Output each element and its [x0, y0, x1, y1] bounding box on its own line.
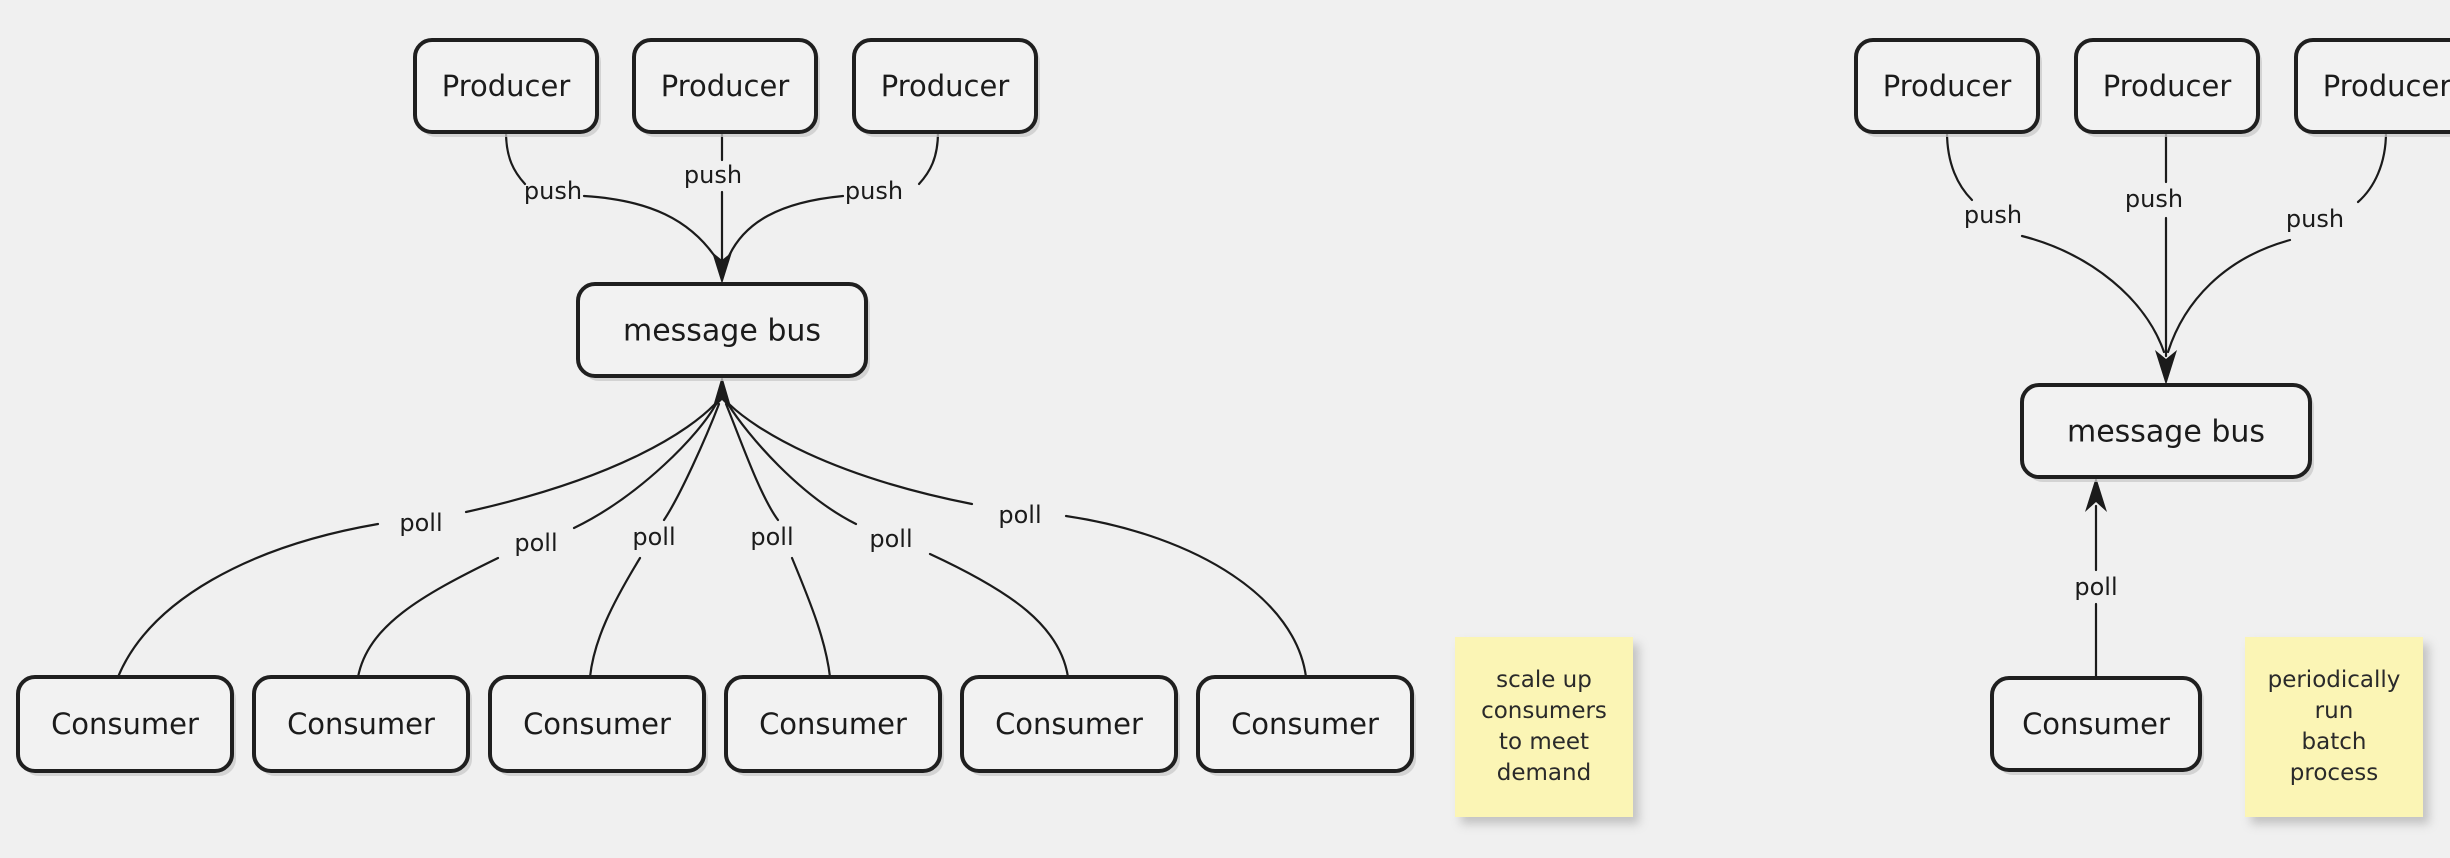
poll-edge-c5-upper [726, 402, 858, 526]
producer-node-left-3[interactable]: Producer [852, 38, 1040, 137]
message-bus-node-left[interactable]: message bus [576, 282, 870, 381]
poll-edge-label: poll [399, 509, 442, 537]
push-edge-label: push [1964, 201, 2022, 229]
poll-edge-c3-upper [662, 402, 721, 522]
poll-edge-c6-upper [727, 402, 974, 506]
consumer-label: Consumer [1231, 707, 1379, 741]
producer-label: Producer [881, 69, 1010, 103]
push-edge-label: push [524, 177, 582, 205]
producer-label: Producer [661, 69, 790, 103]
poll-edge-label: poll [632, 523, 675, 551]
poll-edge-c6-lower [1064, 514, 1308, 679]
push-edge-3-stem [917, 130, 940, 186]
consumer-node-left-6[interactable]: Consumer [1196, 675, 1416, 776]
poll-edge-group-left [116, 376, 1308, 679]
diagram-canvas: Producer Producer Producer message bus C… [0, 0, 2450, 858]
consumer-node-left-5[interactable]: Consumer [960, 675, 1180, 776]
push-edge-3-tail [726, 194, 845, 260]
push-edge-label: push [845, 177, 903, 205]
poll-edge-label: poll [2074, 573, 2117, 601]
producer-node-right-1[interactable]: Producer [1854, 38, 2042, 137]
consumer-label: Consumer [759, 707, 907, 741]
consumer-node-left-1[interactable]: Consumer [16, 675, 236, 776]
push-edge-group-right [1945, 130, 2388, 385]
push-edge-1-stem [504, 130, 527, 186]
sticky-note-scale-up[interactable]: scale up consumers to meet demand [1455, 637, 1633, 817]
consumer-label: Consumer [2022, 707, 2170, 741]
push-edge-label: push [684, 161, 742, 189]
push-edge-label: push [2286, 205, 2344, 233]
producer-node-right-3[interactable]: Producer [2294, 38, 2450, 137]
producer-label: Producer [2323, 69, 2450, 103]
diagram-streaming-consumers: Producer Producer Producer message bus C… [16, 38, 2450, 776]
push-edge-r3-stem [2356, 130, 2388, 204]
poll-edge-label: poll [998, 501, 1041, 529]
producer-node-left-1[interactable]: Producer [413, 38, 601, 137]
push-edge-group-left [504, 130, 940, 284]
consumer-node-left-2[interactable]: Consumer [252, 675, 472, 776]
poll-edge-label: poll [514, 529, 557, 557]
consumer-label: Consumer [995, 707, 1143, 741]
producer-label: Producer [442, 69, 571, 103]
push-edge-r3-tail [2166, 238, 2292, 354]
poll-edge-c3-lower [588, 556, 642, 679]
push-edge-1-tail [582, 194, 718, 260]
poll-edge-label: poll [750, 523, 793, 551]
poll-edge-c2-lower [356, 556, 500, 679]
consumer-node-left-3[interactable]: Consumer [488, 675, 708, 776]
consumer-label: Consumer [287, 707, 435, 741]
poll-edge-c5-lower [928, 552, 1070, 679]
message-bus-node-right[interactable]: message bus [2020, 383, 2314, 482]
sticky-note-batch-process[interactable]: periodically run batch process [2245, 637, 2423, 817]
consumer-node-left-4[interactable]: Consumer [724, 675, 944, 776]
poll-edge-label: poll [869, 525, 912, 553]
consumer-node-right-1[interactable]: Consumer [1990, 676, 2204, 775]
consumer-label: Consumer [523, 707, 671, 741]
producer-label: Producer [1883, 69, 2012, 103]
push-edge-r1-tail [2020, 234, 2166, 354]
push-edge-label: push [2125, 185, 2183, 213]
consumer-label: Consumer [51, 707, 199, 741]
producer-node-right-2[interactable]: Producer [2074, 38, 2262, 137]
message-bus-label: message bus [623, 314, 821, 349]
producer-node-left-2[interactable]: Producer [632, 38, 820, 137]
poll-edge-c4-lower [790, 556, 832, 679]
sticky-note-text: scale up consumers to meet demand [1481, 667, 1607, 786]
push-edge-r1-stem [1945, 130, 1974, 202]
poll-edge-c1-lower [116, 522, 380, 679]
message-bus-label: message bus [2067, 415, 2265, 450]
producer-label: Producer [2103, 69, 2232, 103]
sticky-note-text: periodically run batch process [2267, 667, 2401, 786]
